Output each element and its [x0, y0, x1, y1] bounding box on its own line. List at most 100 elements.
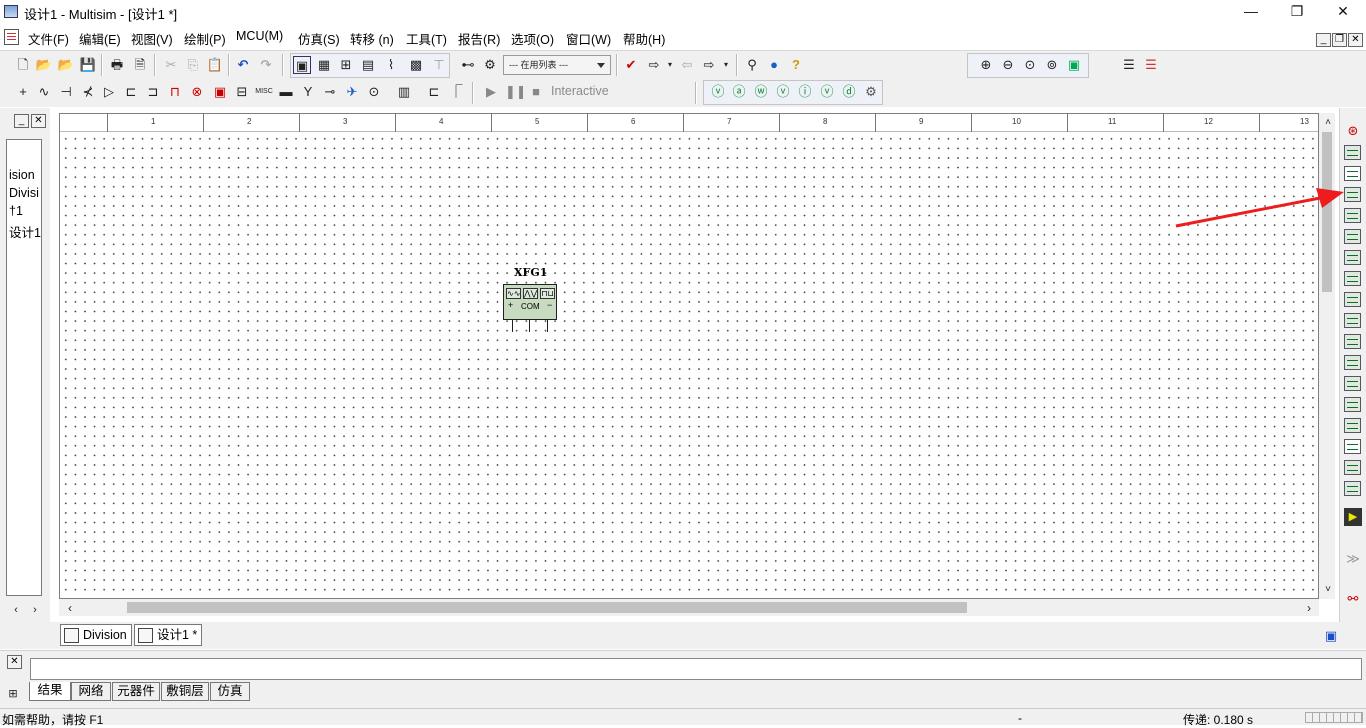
toggle-fullscreen-icon[interactable]: ▣ — [293, 56, 311, 74]
horizontal-scroll-thumb[interactable] — [127, 602, 967, 613]
menu-file[interactable]: 文件(F) — [28, 29, 69, 48]
tab-options-icon[interactable]: ▣ — [1322, 627, 1340, 645]
tree-item-design1-partial[interactable]: †1 — [9, 204, 23, 218]
source-icon[interactable]: + — [14, 83, 32, 101]
ni-web-icon[interactable]: ● — [765, 56, 783, 74]
align-icon[interactable]: ☰ — [1120, 56, 1138, 74]
menu-tools[interactable]: 工具(T) — [406, 29, 447, 48]
probe-diff-voltage-icon[interactable]: ⓥ — [774, 83, 792, 101]
open-sample-icon[interactable]: 📂 — [57, 56, 75, 74]
agilent-oscilloscope-icon[interactable] — [1344, 460, 1361, 475]
tab-components[interactable]: 元器件 — [112, 682, 160, 701]
probe-reference-icon[interactable]: ⓥ — [818, 83, 836, 101]
network-analyzer-icon[interactable] — [1344, 397, 1361, 412]
electromechanical-icon[interactable]: ⊸ — [321, 83, 339, 101]
pause-icon[interactable]: ❚❚ — [505, 83, 523, 101]
agilent-multimeter-icon[interactable] — [1344, 439, 1361, 454]
schematic-grid[interactable] — [60, 133, 1318, 598]
toolbox-close-button[interactable]: ✕ — [31, 114, 46, 128]
misc-digital-icon[interactable]: ⊓ — [166, 83, 184, 101]
mdi-minimize-button[interactable]: _ — [1316, 33, 1331, 47]
probe-digital-icon[interactable]: ⓓ — [840, 83, 858, 101]
back-annotate-dropdown-icon[interactable]: ▾ — [661, 56, 679, 74]
help-icon[interactable]: ? — [787, 56, 805, 74]
probe-vi-icon[interactable]: ⓘ — [796, 83, 814, 101]
power-icon[interactable]: ⊟ — [233, 83, 251, 101]
transfer-icon[interactable]: ⇨ — [700, 56, 718, 74]
analog-icon[interactable]: ▷ — [100, 83, 118, 101]
zoom-in-icon[interactable]: ⊕ — [977, 56, 995, 74]
left-scroll-right-icon[interactable]: › — [26, 601, 44, 619]
tektronix-oscilloscope-icon[interactable] — [1344, 481, 1361, 496]
run-icon[interactable]: ▶ — [482, 83, 500, 101]
distortion-analyzer-icon[interactable] — [1344, 355, 1361, 370]
interactive-mode-label[interactable]: Interactive — [551, 84, 609, 98]
hierarchical-block-icon[interactable]: ⊏ — [425, 83, 443, 101]
menu-mcu[interactable]: MCU(M) — [236, 29, 283, 43]
menu-options[interactable]: 选项(O) — [511, 29, 554, 48]
erc-icon[interactable]: ✔ — [622, 56, 640, 74]
in-use-list-dropdown[interactable]: --- 在用列表 --- — [503, 55, 611, 75]
tree-item-division-partial[interactable]: ision — [9, 168, 35, 182]
function-generator-icon[interactable] — [1344, 145, 1361, 160]
place-component-icon[interactable]: ⊷ — [459, 56, 477, 74]
current-probe-icon[interactable]: ⚯ — [1344, 590, 1362, 608]
connectors-icon[interactable]: ⊙ — [365, 83, 383, 101]
tab-copper-layers[interactable]: 敷铜层 — [161, 682, 209, 701]
spectrum-analyzer-icon[interactable] — [1344, 376, 1361, 391]
tab-simulation[interactable]: 仿真 — [210, 682, 250, 701]
function-generator-xfg1[interactable]: ∿∿ ⋀⋁ ⊓⊔ + COM − — [503, 284, 557, 320]
forward-annotate-icon[interactable]: ⇦ — [678, 56, 696, 74]
print-preview-icon[interactable]: 🗎 — [131, 56, 149, 74]
database-manager-icon[interactable]: ⚙ — [481, 56, 499, 74]
misc-icon[interactable]: MISC — [255, 83, 273, 101]
tab-design1[interactable]: 设计1 * — [134, 624, 202, 646]
peripherals-icon[interactable]: ▬ — [277, 83, 295, 101]
scroll-right-icon[interactable]: › — [1300, 599, 1318, 617]
tree-item-division[interactable]: Divisi — [9, 186, 39, 200]
diode-icon[interactable]: ⊣ — [57, 83, 75, 101]
open-folder-icon[interactable]: 📂 — [35, 56, 53, 74]
cut-icon[interactable]: ✂ — [162, 56, 180, 74]
menu-reports[interactable]: 报告(R) — [458, 29, 500, 48]
menu-window[interactable]: 窗口(W) — [566, 29, 611, 48]
frequency-counter-icon[interactable] — [1344, 250, 1361, 265]
scroll-left-icon[interactable]: ‹ — [61, 599, 79, 617]
grid-icon[interactable]: ▦ — [315, 56, 333, 74]
redo-icon[interactable]: ↷ — [257, 56, 275, 74]
probe-current-icon[interactable]: ⓐ — [730, 83, 748, 101]
mcu-icon[interactable]: ▥ — [395, 83, 413, 101]
tab-nets[interactable]: 网络 — [71, 682, 111, 701]
tab-results[interactable]: 结果 — [29, 682, 71, 701]
schematic-canvas[interactable]: 1 2 3 4 5 6 7 8 9 10 11 12 13 — [59, 113, 1319, 599]
stop-icon[interactable]: ■ — [527, 83, 545, 101]
spreadsheet-close-button[interactable]: ✕ — [7, 655, 22, 669]
plus-pin[interactable] — [512, 320, 513, 332]
bus-place-icon[interactable]: ⎾ — [447, 83, 465, 101]
menu-edit[interactable]: 编辑(E) — [79, 29, 121, 48]
zoom-out-icon[interactable]: ⊖ — [999, 56, 1017, 74]
menu-simulate[interactable]: 仿真(S) — [298, 29, 340, 48]
zoom-sheet-icon[interactable]: ⊚ — [1043, 56, 1061, 74]
multimeter-icon[interactable]: ⊛ — [1344, 122, 1362, 140]
menu-view[interactable]: 视图(V) — [131, 29, 173, 48]
ttl-icon[interactable]: ⊏ — [122, 83, 140, 101]
menu-place[interactable]: 绘制(P) — [184, 29, 226, 48]
rf-icon[interactable]: Y — [299, 83, 317, 101]
undo-icon[interactable]: ↶ — [234, 56, 252, 74]
paste-icon[interactable]: 📋 — [206, 56, 224, 74]
new-file-icon[interactable]: 🗋 — [14, 56, 32, 74]
menu-help[interactable]: 帮助(H) — [623, 29, 665, 48]
zoom-area-icon[interactable]: ⊙ — [1021, 56, 1039, 74]
hierarchy-icon[interactable]: ⊤ — [430, 56, 448, 74]
spreadsheet-view-icon[interactable]: ▤ — [359, 56, 377, 74]
agilent-function-generator-icon[interactable] — [1344, 418, 1361, 433]
grapher-icon[interactable]: ⌇ — [382, 56, 400, 74]
mixed-icon[interactable]: ⊗ — [188, 83, 206, 101]
restore-button[interactable]: ❐ — [1274, 0, 1320, 24]
copy-icon[interactable]: ⎘ — [184, 56, 202, 74]
close-button[interactable]: ✕ — [1320, 0, 1366, 24]
logic-analyzer-icon[interactable] — [1344, 313, 1361, 328]
mdi-restore-button[interactable]: ❐ — [1332, 33, 1347, 47]
iv-analyzer-icon[interactable] — [1344, 334, 1361, 349]
